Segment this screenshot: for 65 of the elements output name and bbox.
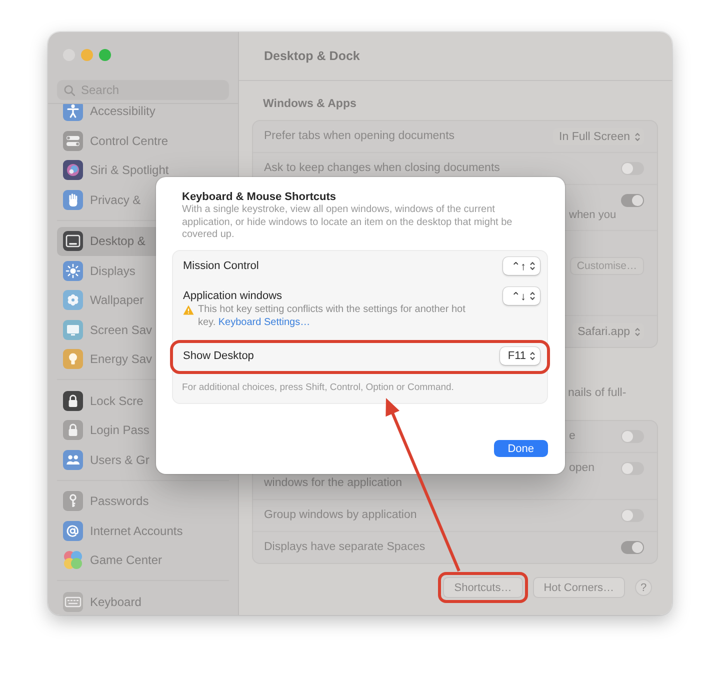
help-button[interactable]: ? — [635, 579, 652, 596]
bulb-icon — [63, 349, 83, 370]
keyboard-settings-link[interactable]: Keyboard Settings… — [218, 316, 310, 328]
hot-corners-button[interactable]: Hot Corners… — [532, 577, 625, 598]
sidebar-item[interactable]: Siri & Spotlight — [57, 156, 229, 185]
warning-text: This hot key setting conflicts with the settings for another hot key. Keyboard Settings… — [198, 304, 466, 329]
toggle-switch[interactable] — [621, 162, 644, 175]
orb-icon — [63, 160, 83, 180]
search-icon — [64, 84, 75, 96]
people-icon — [63, 450, 83, 470]
shortcuts-button[interactable]: Shortcuts… — [443, 577, 523, 598]
pane-title: Desktop & Dock — [264, 49, 360, 63]
zoom-icon[interactable] — [99, 49, 111, 61]
setting-label: Displays have separate Spaces — [264, 540, 426, 555]
updown-chevron-icon — [635, 328, 640, 336]
sun-icon — [63, 260, 83, 281]
shortcut-popup[interactable]: F11 — [500, 347, 540, 365]
flower-icon — [63, 290, 83, 310]
shortcut-popup[interactable]: ⌃↑ — [503, 257, 540, 275]
sidebar-item[interactable]: Users & Gr — [57, 445, 229, 474]
updown-chevron-icon — [530, 352, 535, 360]
updown-chevron-icon — [530, 292, 535, 300]
hint-text: For additional choices, press Shift, Control, Option or Command. — [181, 381, 455, 395]
sidebar-item[interactable]: Internet Accounts — [57, 516, 229, 546]
setting-label: Group windows by application — [264, 508, 417, 523]
setting-label: Ask to keep changes when closing documents — [264, 161, 500, 176]
setting-label: e — [569, 429, 576, 444]
section-description: nails of full- — [568, 386, 626, 400]
sidebar-item[interactable]: Game Center — [57, 546, 229, 575]
lock-icon — [63, 390, 83, 411]
section-heading: Windows & Apps — [262, 97, 358, 112]
shortcut-label: Show Desktop — [183, 349, 254, 363]
shortcut-popup[interactable]: ⌃↓ — [503, 287, 540, 305]
shortcut-label: Mission Control — [183, 259, 259, 273]
shortcut-label: Application windows — [183, 289, 282, 303]
setting-label: windows for the application — [264, 476, 402, 491]
minimize-icon[interactable] — [81, 49, 93, 61]
warning-icon — [183, 305, 194, 315]
key-icon — [63, 491, 83, 512]
toggle-switch[interactable] — [621, 194, 644, 207]
at-sign-icon — [63, 520, 83, 541]
dialog-title: Keyboard & Mouse Shortcuts — [181, 190, 336, 204]
monitor-icon — [63, 320, 83, 340]
sidebar-item[interactable]: Keyboard — [57, 587, 229, 615]
keyboard-icon — [63, 592, 83, 612]
updown-chevron-icon — [635, 132, 640, 140]
screen-icon — [63, 231, 83, 252]
sidebar-item[interactable]: Login Pass — [57, 416, 229, 445]
circles-icon — [63, 550, 83, 570]
toggle-switch[interactable] — [621, 509, 644, 522]
hand-icon — [63, 190, 83, 210]
setting-note: when you — [569, 208, 616, 222]
toggle-switch[interactable] — [621, 541, 644, 554]
sliders-icon — [63, 130, 83, 151]
person-icon — [63, 104, 83, 122]
toggle-switch[interactable] — [621, 430, 644, 443]
done-button[interactable]: Done — [494, 440, 548, 457]
sidebar-item[interactable]: Passwords — [57, 486, 229, 516]
toggle-switch[interactable] — [621, 462, 644, 475]
sidebar-item[interactable]: Control Centre — [57, 126, 229, 156]
setting-label: Prefer tabs when opening documents — [264, 129, 455, 144]
updown-chevron-icon — [530, 262, 535, 270]
lock-icon — [63, 420, 83, 440]
sidebar-item[interactable]: Accessibility — [57, 104, 229, 126]
setting-label: open — [569, 461, 595, 476]
